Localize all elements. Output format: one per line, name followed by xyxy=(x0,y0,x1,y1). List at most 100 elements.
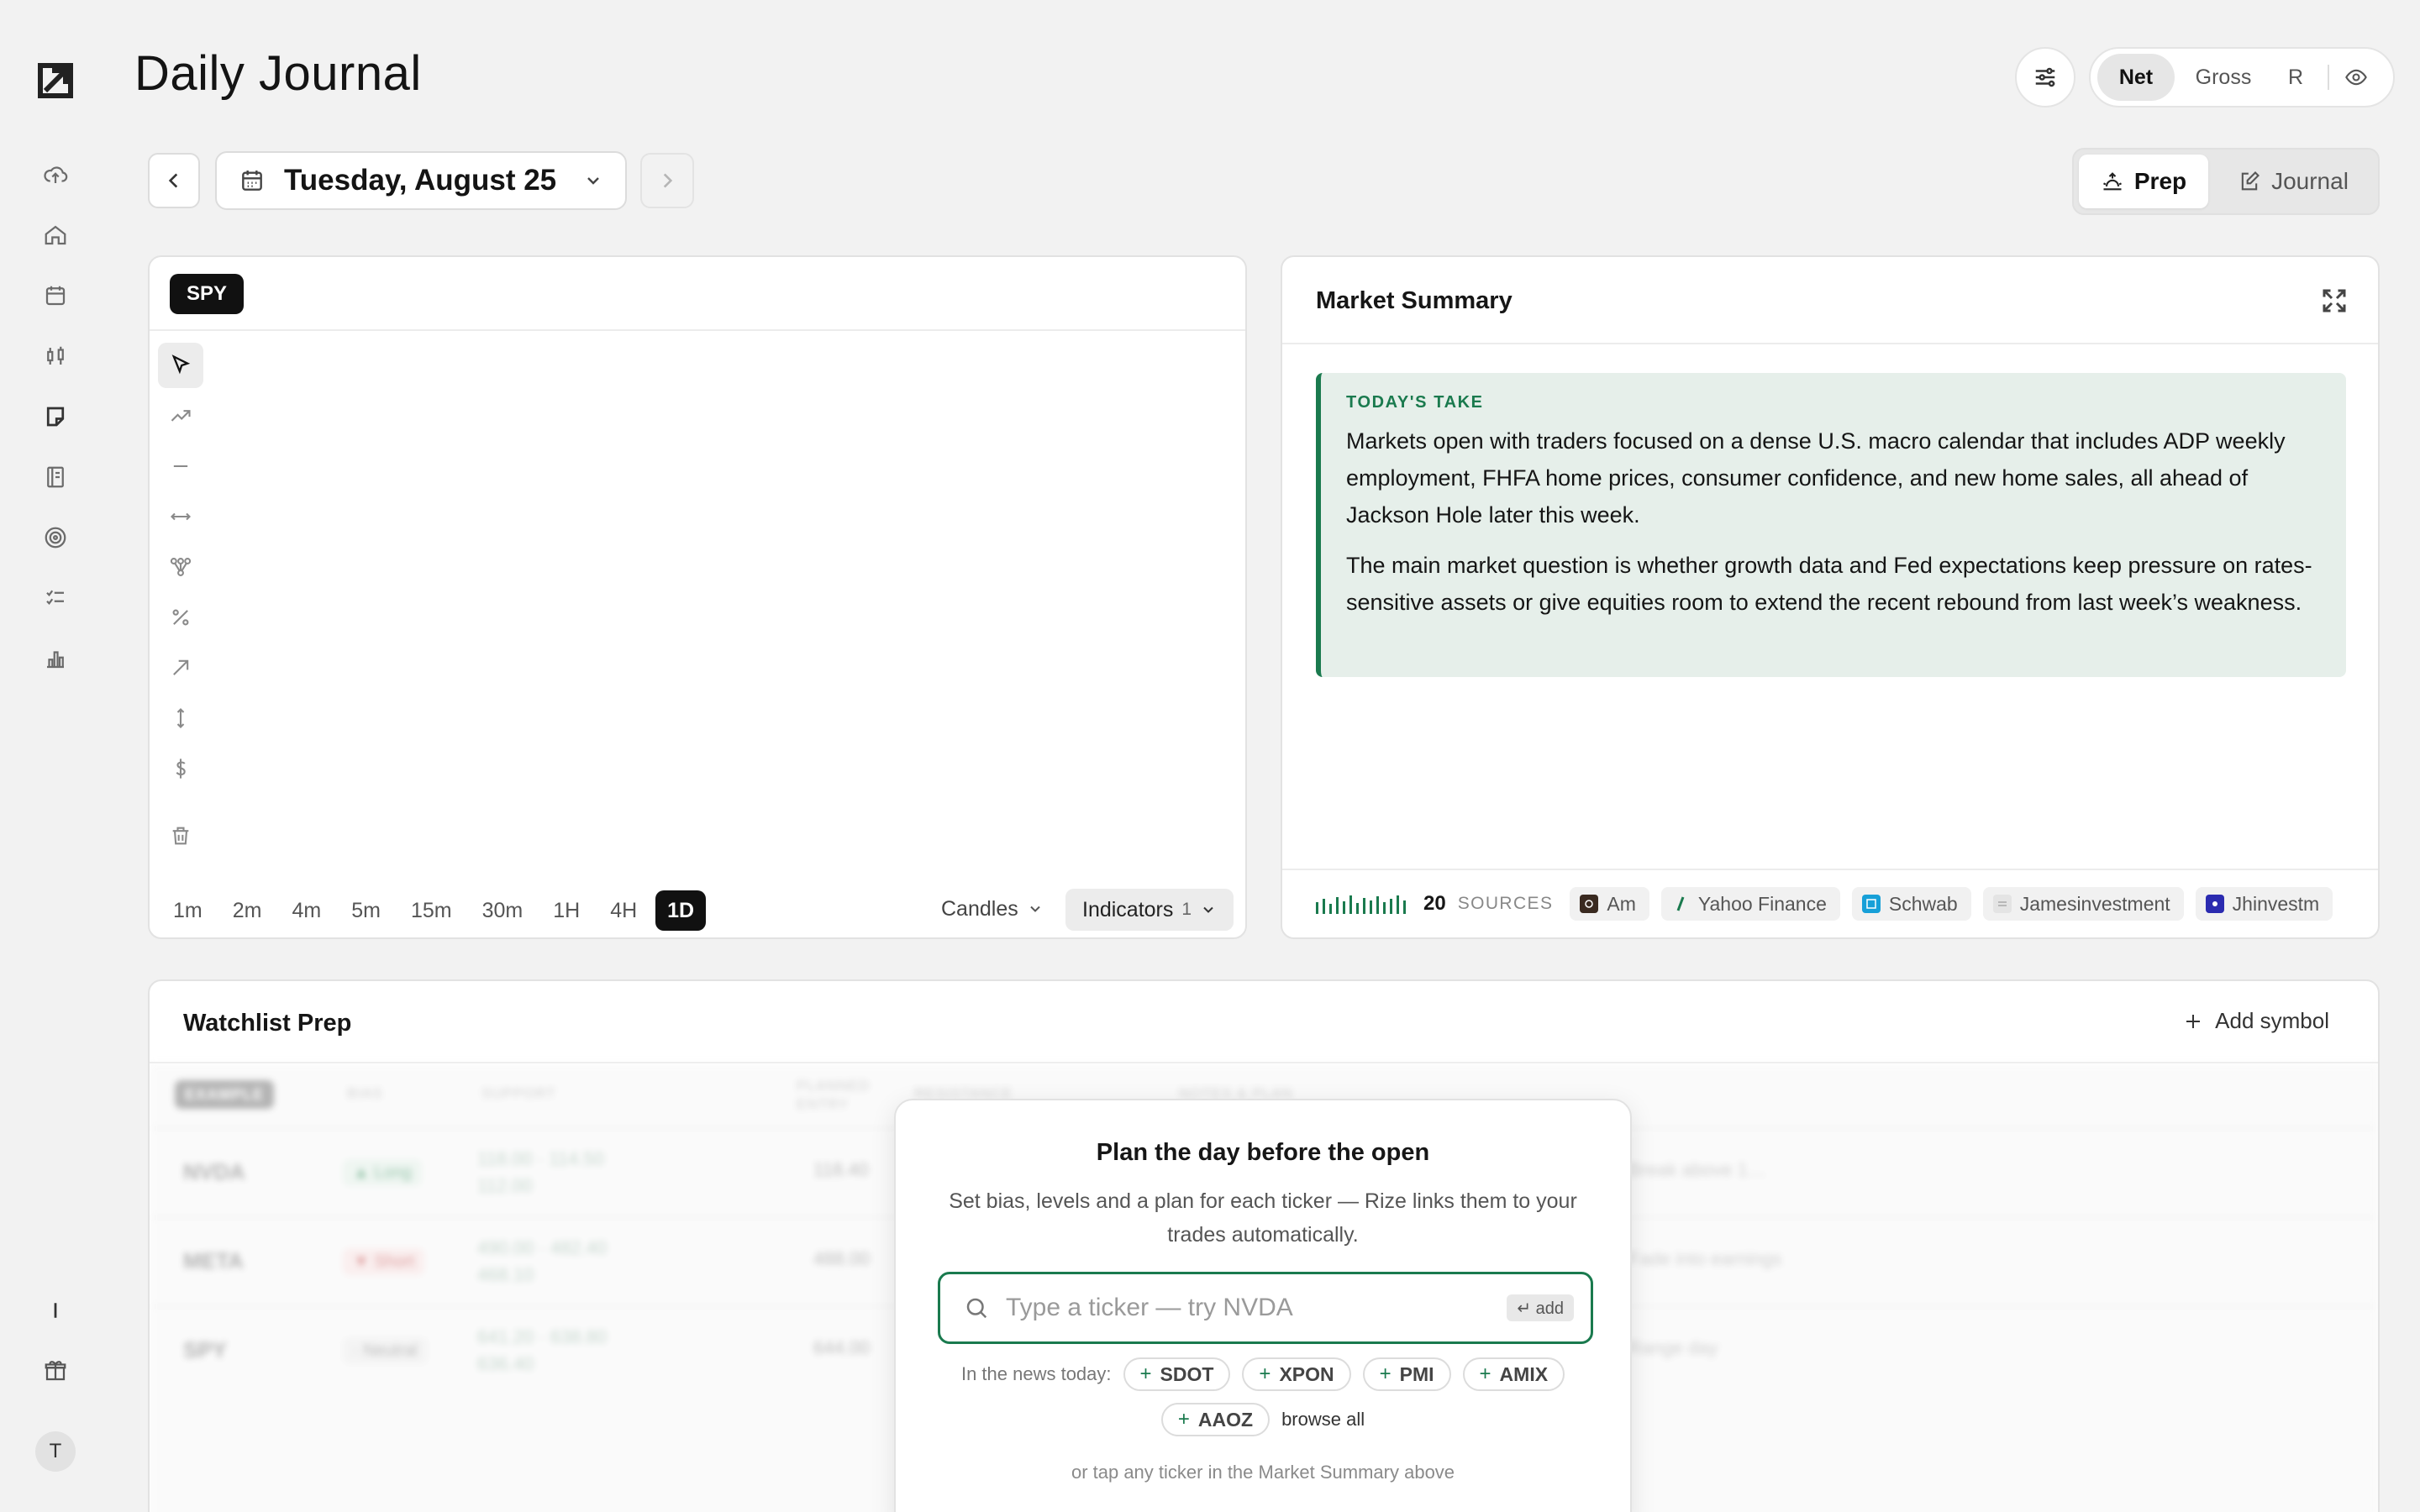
column-header: BIAS xyxy=(347,1085,383,1101)
home-icon[interactable] xyxy=(37,217,74,254)
market-summary-panel: Market Summary TODAY'S TAKE Markets open… xyxy=(1281,255,2380,939)
timeframe-2m[interactable]: 2m xyxy=(221,890,274,931)
enter-to-add-hint: ↵ add xyxy=(1507,1294,1574,1321)
summary-paragraph: The main market question is whether grow… xyxy=(1346,553,2312,615)
source-favicon-icon xyxy=(2205,895,2224,913)
cursor-tool[interactable] xyxy=(158,343,203,388)
market-summary-header: Market Summary xyxy=(1282,257,2378,344)
chevron-down-icon xyxy=(1203,906,1213,913)
gift-icon[interactable] xyxy=(37,1352,74,1389)
source-chip[interactable]: Yahoo Finance xyxy=(1660,887,1840,921)
timeframe-30m[interactable]: 30m xyxy=(471,890,535,931)
chart-style-label: Candles xyxy=(941,896,1018,921)
timeframe-1h[interactable]: 1H xyxy=(541,890,592,931)
support-levels: 490.00 · 482.40 468.10 xyxy=(477,1235,607,1289)
chart-style-select[interactable]: Candles xyxy=(929,889,1055,929)
app-logo[interactable] xyxy=(35,60,76,101)
ticker-chip-sdot[interactable]: + SDOT xyxy=(1123,1357,1231,1391)
support-primary: 641.20 · 638.80 xyxy=(477,1326,608,1347)
pitchfork-tool[interactable] xyxy=(158,544,203,590)
timeframe-1m[interactable]: 1m xyxy=(161,890,214,931)
selected-date: Tuesday, August 25 xyxy=(284,164,557,197)
timeframe-4h[interactable]: 4H xyxy=(598,890,649,931)
calendar-icon[interactable] xyxy=(37,277,74,314)
avatar[interactable]: T xyxy=(35,1431,76,1472)
vertical-range-tool[interactable] xyxy=(158,696,203,741)
source-chip[interactable]: Schwab xyxy=(1851,887,1971,921)
mode-net[interactable]: Net xyxy=(2097,54,2175,101)
row-symbol: META xyxy=(183,1248,244,1273)
row-symbol: SPY xyxy=(183,1337,228,1362)
previous-day-button[interactable] xyxy=(148,153,200,208)
checklist-icon[interactable] xyxy=(37,580,74,617)
range-tool[interactable] xyxy=(158,494,203,539)
todays-take: TODAY'S TAKE Markets open with traders f… xyxy=(1316,373,2346,677)
ticker-chip-amix[interactable]: + AMIX xyxy=(1462,1357,1565,1391)
indicators-button[interactable]: Indicators 1 xyxy=(1065,889,1234,931)
support-levels: 641.20 · 638.80 636.40 xyxy=(477,1324,607,1378)
source-chip[interactable]: Am xyxy=(1570,887,1649,921)
candles-icon[interactable] xyxy=(37,338,74,375)
next-day-button[interactable] xyxy=(640,153,694,208)
planned-entry: 488.00 xyxy=(813,1248,871,1269)
book-icon[interactable] xyxy=(37,459,74,496)
trendline-tool[interactable] xyxy=(158,393,203,438)
horizontal-line-tool[interactable] xyxy=(158,444,203,489)
bias-badge: · Neutral xyxy=(343,1337,428,1364)
plus-icon: + xyxy=(1379,1362,1392,1385)
market-summary-title: Market Summary xyxy=(1316,287,1512,314)
browse-all-link[interactable]: browse all xyxy=(1281,1409,1365,1431)
toggle-divider xyxy=(2328,65,2329,90)
timeframe-15m[interactable]: 15m xyxy=(399,890,464,931)
support-primary: 118.00 · 114.50 xyxy=(477,1148,604,1169)
chart-icon[interactable] xyxy=(37,640,74,677)
ticker-input[interactable] xyxy=(1006,1294,1491,1322)
ticker-chip-label: PMI xyxy=(1399,1362,1434,1385)
upload-icon[interactable] xyxy=(37,156,74,193)
ticker-chip-xpon[interactable]: + XPON xyxy=(1242,1357,1351,1391)
add-symbol-button[interactable]: Add symbol xyxy=(2183,1008,2329,1034)
view-toggle: Prep Journal xyxy=(2072,148,2380,215)
source-chip[interactable]: Jhinvestm xyxy=(2195,887,2333,921)
bias-badge: ▼ Short xyxy=(343,1248,425,1275)
mode-r[interactable]: R xyxy=(2272,54,2319,101)
watchlist-header: Watchlist Prep Add symbol xyxy=(150,981,2378,1063)
chart-symbol-badge[interactable]: SPY xyxy=(170,274,245,314)
target-icon[interactable] xyxy=(37,519,74,556)
source-bars-icon xyxy=(1316,895,1406,914)
note-icon[interactable] xyxy=(37,398,74,435)
planned-entry: 118.40 xyxy=(813,1159,869,1180)
ticker-chip-aaoz[interactable]: + AAOZ xyxy=(1160,1403,1270,1436)
price-tool[interactable] xyxy=(158,746,203,791)
display-settings-button[interactable] xyxy=(2015,47,2075,108)
eye-icon xyxy=(2345,69,2367,86)
ticker-chip-label: AMIX xyxy=(1499,1362,1549,1385)
mode-gross[interactable]: Gross xyxy=(2175,54,2272,101)
delete-drawings-tool[interactable] xyxy=(158,813,203,858)
timeframe-5m[interactable]: 5m xyxy=(339,890,392,931)
edit-icon xyxy=(2241,171,2260,191)
privacy-toggle[interactable] xyxy=(2338,54,2375,101)
expand-icon[interactable] xyxy=(2319,286,2349,316)
ticker-search-field[interactable]: ↵ add xyxy=(938,1272,1593,1344)
sliders-icon xyxy=(2035,67,2055,87)
date-picker[interactable]: Tuesday, August 25 xyxy=(215,151,627,210)
plus-icon: + xyxy=(1139,1362,1152,1385)
source-name: Schwab xyxy=(1888,892,1958,915)
trash-icon xyxy=(172,827,189,845)
source-chip[interactable]: Jamesinvestment xyxy=(1982,887,2184,921)
row-symbol: NVDA xyxy=(183,1159,245,1184)
arrow-tool[interactable] xyxy=(158,645,203,690)
column-header: SUPPORT xyxy=(481,1085,556,1101)
sunrise-icon xyxy=(2102,172,2122,191)
tab-prep[interactable]: Prep xyxy=(2079,155,2208,208)
tab-journal[interactable]: Journal xyxy=(2215,155,2371,208)
percent-tool[interactable] xyxy=(158,595,203,640)
ticker-chip-label: AAOZ xyxy=(1197,1408,1254,1431)
timeframe-1d[interactable]: 1D xyxy=(655,890,707,931)
support-secondary: 468.10 xyxy=(477,1264,534,1285)
timeframe-4m[interactable]: 4m xyxy=(280,890,333,931)
ticker-chip-pmi[interactable]: + PMI xyxy=(1362,1357,1451,1391)
row-note: Fade into earnings xyxy=(1628,1248,1782,1269)
source-name: Jhinvestm xyxy=(2232,892,2320,915)
